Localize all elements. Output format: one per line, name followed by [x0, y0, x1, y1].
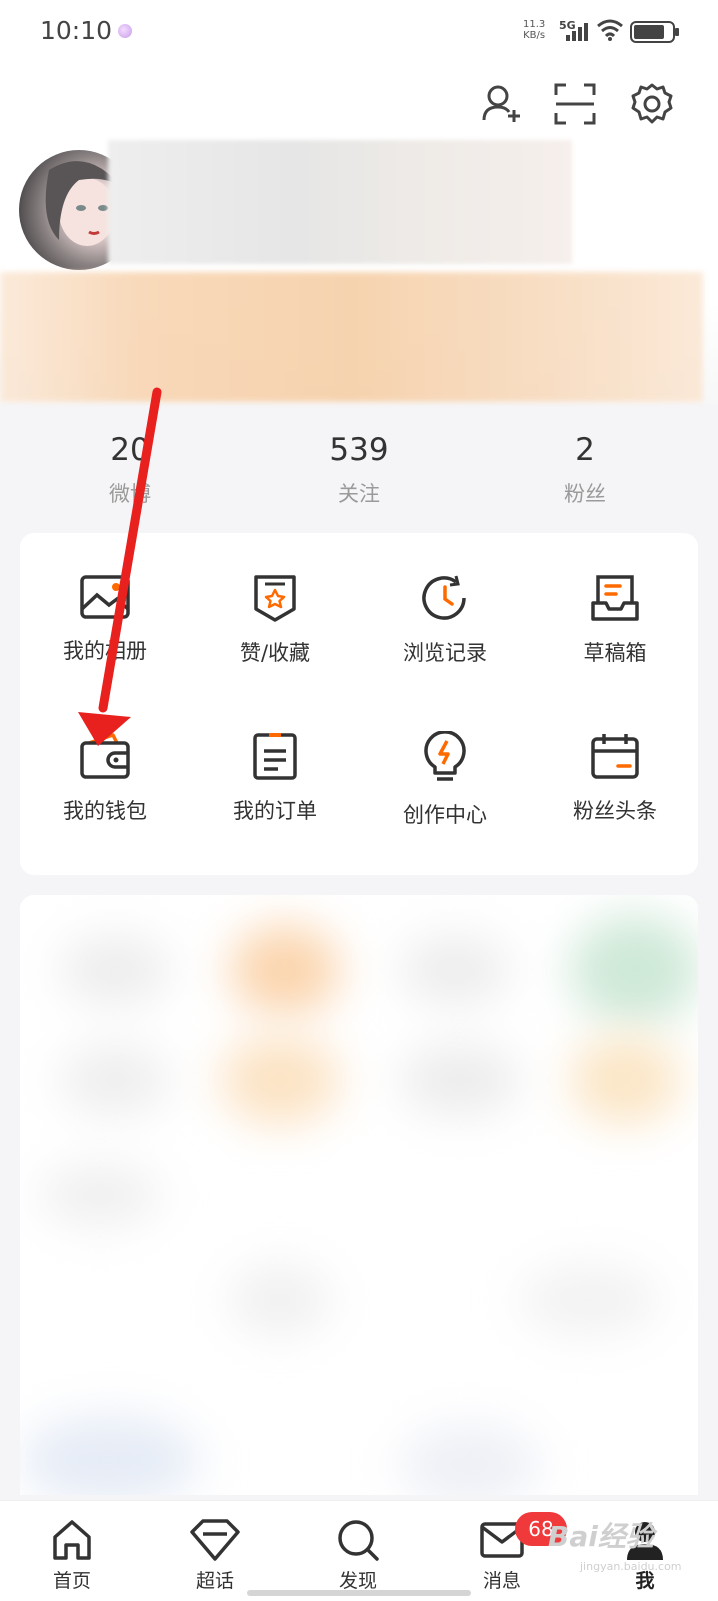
- feature-label: 我的相册: [63, 639, 147, 663]
- scan-icon[interactable]: [553, 82, 597, 126]
- battery-icon: [630, 21, 679, 43]
- tab-super-topic[interactable]: 超话: [170, 1518, 260, 1593]
- stat-value: 2: [575, 432, 595, 468]
- blurred-content-card: [20, 895, 698, 1495]
- gear-icon[interactable]: [630, 82, 674, 126]
- tab-label: 消息: [482, 1570, 521, 1592]
- feature-label: 我的订单: [233, 799, 317, 823]
- feature-label: 我的钱包: [63, 799, 147, 823]
- stat-label: 关注: [338, 482, 380, 506]
- tab-discover[interactable]: 发现: [313, 1518, 403, 1593]
- drafts-icon: [591, 575, 639, 621]
- username-blurred: [108, 140, 572, 264]
- home-indicator: [247, 1590, 471, 1596]
- status-bar: 10:10 11.3 KB/s 5G: [0, 0, 718, 64]
- signal-icon: [566, 23, 588, 41]
- feature-creator-center[interactable]: 创作中心: [360, 731, 530, 829]
- tab-label: 首页: [52, 1570, 91, 1592]
- watermark-url: jingyan.baidu.com: [580, 1560, 682, 1573]
- network-speed: 11.3 KB/s: [523, 19, 546, 41]
- stat-label: 微博: [109, 482, 151, 506]
- feature-label: 粉丝头条: [573, 799, 657, 823]
- status-time: 10:10: [40, 16, 113, 45]
- profile-banner-blurred[interactable]: [0, 272, 703, 402]
- home-icon: [53, 1520, 91, 1560]
- stat-posts[interactable]: 20 微博: [30, 430, 230, 508]
- wallet-icon: [80, 733, 130, 779]
- stat-value: 20: [110, 432, 150, 468]
- feature-drafts[interactable]: 草稿箱: [530, 573, 700, 667]
- history-icon: [422, 575, 466, 620]
- feature-favorites[interactable]: 赞/收藏: [190, 573, 360, 667]
- tab-label: 发现: [338, 1570, 377, 1592]
- feature-label: 创作中心: [403, 803, 487, 827]
- favorite-icon: [254, 575, 296, 622]
- watermark: Bai经验: [548, 1520, 654, 1553]
- wifi-icon: [597, 19, 623, 41]
- tab-label: 超话: [195, 1570, 234, 1592]
- feature-orders[interactable]: 我的订单: [190, 731, 360, 825]
- diamond-icon: [190, 1519, 240, 1561]
- creator-center-icon: [424, 731, 466, 781]
- add-user-icon[interactable]: [480, 82, 524, 126]
- feature-grid: 我的相册 赞/收藏 浏览记录 草稿箱 我的钱包 我的订单 创作中心 粉丝头条: [20, 533, 698, 875]
- search-icon: [338, 1520, 379, 1561]
- feature-history[interactable]: 浏览记录: [360, 573, 530, 667]
- photo-album-icon: [80, 575, 130, 619]
- stat-followers[interactable]: 2 粉丝: [485, 430, 685, 508]
- stat-following[interactable]: 539 关注: [259, 430, 459, 508]
- stat-label: 粉丝: [564, 482, 606, 506]
- feature-label: 草稿箱: [583, 641, 647, 665]
- tab-home[interactable]: 首页: [27, 1518, 117, 1593]
- feature-wallet[interactable]: 我的钱包: [20, 731, 190, 825]
- notification-dot-icon: [118, 24, 132, 38]
- feature-fan-headline[interactable]: 粉丝头条: [530, 731, 700, 825]
- orders-icon: [253, 733, 297, 780]
- feature-photo-album[interactable]: 我的相册: [20, 573, 190, 665]
- stat-value: 539: [329, 432, 389, 468]
- feature-label: 赞/收藏: [239, 641, 311, 665]
- fan-headline-icon: [591, 734, 639, 779]
- feature-label: 浏览记录: [403, 641, 487, 665]
